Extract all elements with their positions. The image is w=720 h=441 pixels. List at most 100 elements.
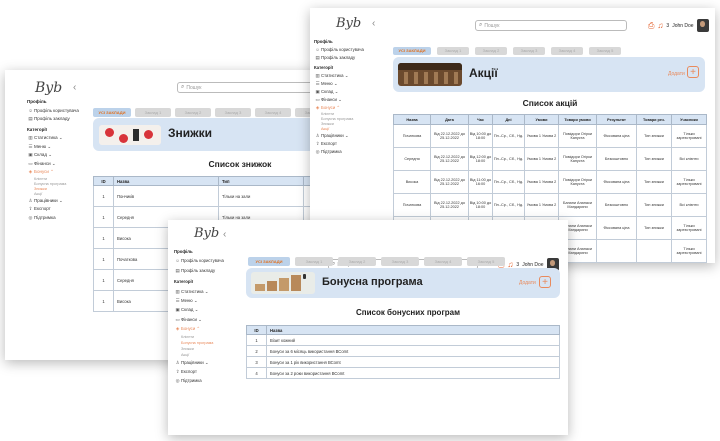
tab-venue-1[interactable]: Заклад 1 — [437, 47, 469, 55]
sidebar-item-statistics[interactable]: ▥ Статистика ⌄ — [27, 134, 91, 143]
sidebar-item-storage[interactable]: ▣ Склад ⌄ — [27, 151, 91, 160]
export-icon: ⇪ — [315, 141, 320, 146]
sidebar-item-finance[interactable]: ▭ Фінанси ⌄ — [27, 160, 91, 169]
sidebar-item-storage[interactable]: ▣ Склад ⌄ — [174, 305, 236, 314]
gift-icon: ◈ — [315, 105, 320, 110]
avatar[interactable] — [696, 19, 709, 32]
add-button[interactable]: + — [539, 276, 551, 288]
sidebar-item-user-profile[interactable]: ☺ Профіль користувача — [174, 256, 236, 265]
table-row[interactable]: Початкова Від 22.12.2022 до 25.12.2022 Від… — [393, 193, 707, 217]
box-icon: ▣ — [28, 152, 33, 157]
sidebar-item-support[interactable]: ◎ Підтримка — [174, 376, 236, 385]
sidebar-item-support[interactable]: ◎ Підтримка — [314, 148, 376, 156]
tab-venue-1[interactable]: Заклад 1 — [135, 108, 171, 117]
table-row[interactable]: СередняВід 22.12.2022 до 25.12.2022Від 1… — [393, 147, 707, 171]
user-name: John Doe — [672, 22, 694, 29]
col-cond-products: Товари умови — [558, 114, 597, 125]
add-label[interactable]: Додати — [668, 71, 685, 77]
sidebar-item-statistics[interactable]: ▥ Статистика ⌄ — [314, 72, 376, 80]
table-row[interactable]: 1 Візит кожний — [246, 334, 560, 346]
sidebar-item-bonuses[interactable]: ◈ Бонуси ⌃ — [27, 168, 91, 177]
tab-all-venues[interactable]: УСІ ЗАКЛАДИ — [393, 47, 431, 55]
tab-venue-5[interactable]: Заклад 5 — [589, 47, 621, 55]
table-row[interactable]: 3 Бонуси за 1 рік використання ВСоmt — [246, 356, 560, 368]
col-conditions: Умови — [524, 114, 559, 125]
collapse-sidebar-icon[interactable]: ‹ — [223, 229, 226, 240]
add-button[interactable]: + — [687, 66, 699, 78]
tab-all-venues[interactable]: УСІ ЗАКЛАДИ — [93, 108, 131, 117]
sidebar-item-user-profile[interactable]: ☺ Профіль користувача — [27, 107, 91, 116]
sidebar-item-employees[interactable]: ♙ Працівники ⌄ — [174, 358, 236, 367]
support-icon: ◎ — [28, 214, 33, 220]
sidebar-item-support[interactable]: ◎ Підтримка — [27, 214, 91, 223]
tab-venue-4[interactable]: Заклад 4 — [424, 257, 462, 266]
col-id: ID — [246, 325, 267, 335]
wallet-icon: ▭ — [28, 160, 33, 166]
sidebar-item-menu[interactable]: ☰ Меню ⌄ — [174, 296, 236, 305]
col-result-products: Товари рез. — [636, 114, 672, 125]
col-time: Час — [468, 114, 493, 125]
tab-venue-3[interactable]: Заклад 3 — [381, 257, 419, 266]
search-input[interactable]: ⌕ Пошук — [475, 20, 627, 31]
tab-venue-3[interactable]: Заклад 3 — [513, 47, 545, 55]
sidebar-item-venue-profile[interactable]: ▤ Профіль закладу — [174, 266, 236, 275]
col-name: Назва — [266, 325, 560, 335]
table-row[interactable]: 2 Бонуси за 6 місяць використання ВСоmt — [246, 345, 560, 357]
box-icon: ▣ — [315, 89, 320, 94]
sidebar-item-statistics[interactable]: ▥ Статистика ⌄ — [174, 287, 236, 296]
tab-venue-5[interactable]: Заклад 5 — [467, 257, 505, 266]
logo: Byb — [194, 226, 220, 241]
sidebar-item-menu[interactable]: ☰ Меню ⌄ — [27, 143, 91, 152]
tab-venue-3[interactable]: Заклад 3 — [215, 108, 251, 117]
export-icon: ⇪ — [28, 206, 33, 211]
sidebar-item-finance[interactable]: ▭ Фінанси ⌄ — [174, 315, 236, 324]
people-icon: ♙ — [175, 359, 180, 365]
tab-venue-4[interactable]: Заклад 4 — [255, 108, 291, 117]
sidebar-item-export[interactable]: ⇪ Експорт — [174, 367, 236, 376]
sidebar-item-venue-profile[interactable]: ▤ Профіль закладу — [27, 115, 91, 124]
bonus-image — [251, 272, 315, 294]
sidebar-item-bonuses[interactable]: ◈ Бонуси ⌃ — [174, 324, 236, 333]
sidebar-item-employees[interactable]: ♙ Працівники ⌄ — [314, 132, 376, 140]
table-row[interactable]: Висока Від 22.12.2022 до 25.12.2022 Від 11… — [393, 170, 707, 194]
table-row[interactable]: 4 Бонуси за 2 роки використання ВСоmt — [246, 367, 560, 379]
tab-venue-1[interactable]: Заклад 1 — [295, 257, 333, 266]
collapse-sidebar-icon[interactable]: ‹ — [73, 82, 76, 93]
banner-title: Акції — [469, 66, 498, 80]
profile-section-title: Профіль — [174, 249, 193, 254]
notif-count: 3 — [516, 261, 520, 268]
sidebar-item-storage[interactable]: ▣ Склад ⌄ — [314, 88, 376, 96]
tab-venue-2[interactable]: Заклад 2 — [175, 108, 211, 117]
tab-all-venues[interactable]: УСІ ЗАКЛАДИ — [248, 257, 290, 266]
search-input[interactable]: ⌕ Пошук — [177, 82, 317, 93]
categories-section-title: Категорії — [174, 279, 193, 285]
support-icon: ◎ — [175, 378, 180, 384]
add-label[interactable]: Додати — [519, 280, 536, 286]
logo: Byb — [35, 80, 63, 96]
col-name: Назва — [393, 114, 431, 125]
collapse-sidebar-icon[interactable]: ‹ — [372, 18, 375, 29]
bell-icon[interactable]: ♫ — [657, 21, 663, 30]
tab-venue-2[interactable]: Заклад 2 — [338, 257, 376, 266]
tab-venue-4[interactable]: Заклад 4 — [551, 47, 583, 55]
building-icon: ▤ — [28, 116, 33, 121]
table-row[interactable]: Початкова Від 22.12.2022 до 25.12.2022 Від… — [393, 124, 707, 148]
sidebar-item-export[interactable]: ⇪ Експорт — [27, 205, 91, 214]
user-icon: ☺ — [315, 47, 320, 52]
bonus-table: ID Назва 1 Візит кожний 2 Бонуси за 6 міся… — [246, 325, 560, 379]
sidebar-item-venue-profile[interactable]: ▤ Профіль закладу — [314, 54, 376, 62]
categories-section-title: Категорії — [314, 65, 333, 70]
gift-icon: ◈ — [175, 326, 180, 332]
tab-venue-2[interactable]: Заклад 2 — [475, 47, 507, 55]
sidebar-item-employees[interactable]: ♙ Працівники ⌄ — [27, 197, 91, 206]
sidebar-item-bonuses[interactable]: ◈ Бонуси ⌃ — [314, 104, 376, 112]
search-icon: ⌕ — [479, 22, 483, 28]
sidebar-item-user-profile[interactable]: ☺ Профіль користувача — [314, 46, 376, 54]
sidebar-item-menu[interactable]: ☰ Меню ⌄ — [314, 80, 376, 88]
sidebar-item-finance[interactable]: ▭ Фінанси ⌄ — [314, 96, 376, 104]
sidebar-item-export[interactable]: ⇪ Експорт — [314, 140, 376, 148]
table-row[interactable]: 1 Пончиків Тільки на зали — [93, 185, 343, 207]
list-title: Список акцій — [522, 98, 578, 108]
col-days: Дні — [492, 114, 525, 125]
printer-icon[interactable]: ⎙ — [648, 21, 654, 31]
